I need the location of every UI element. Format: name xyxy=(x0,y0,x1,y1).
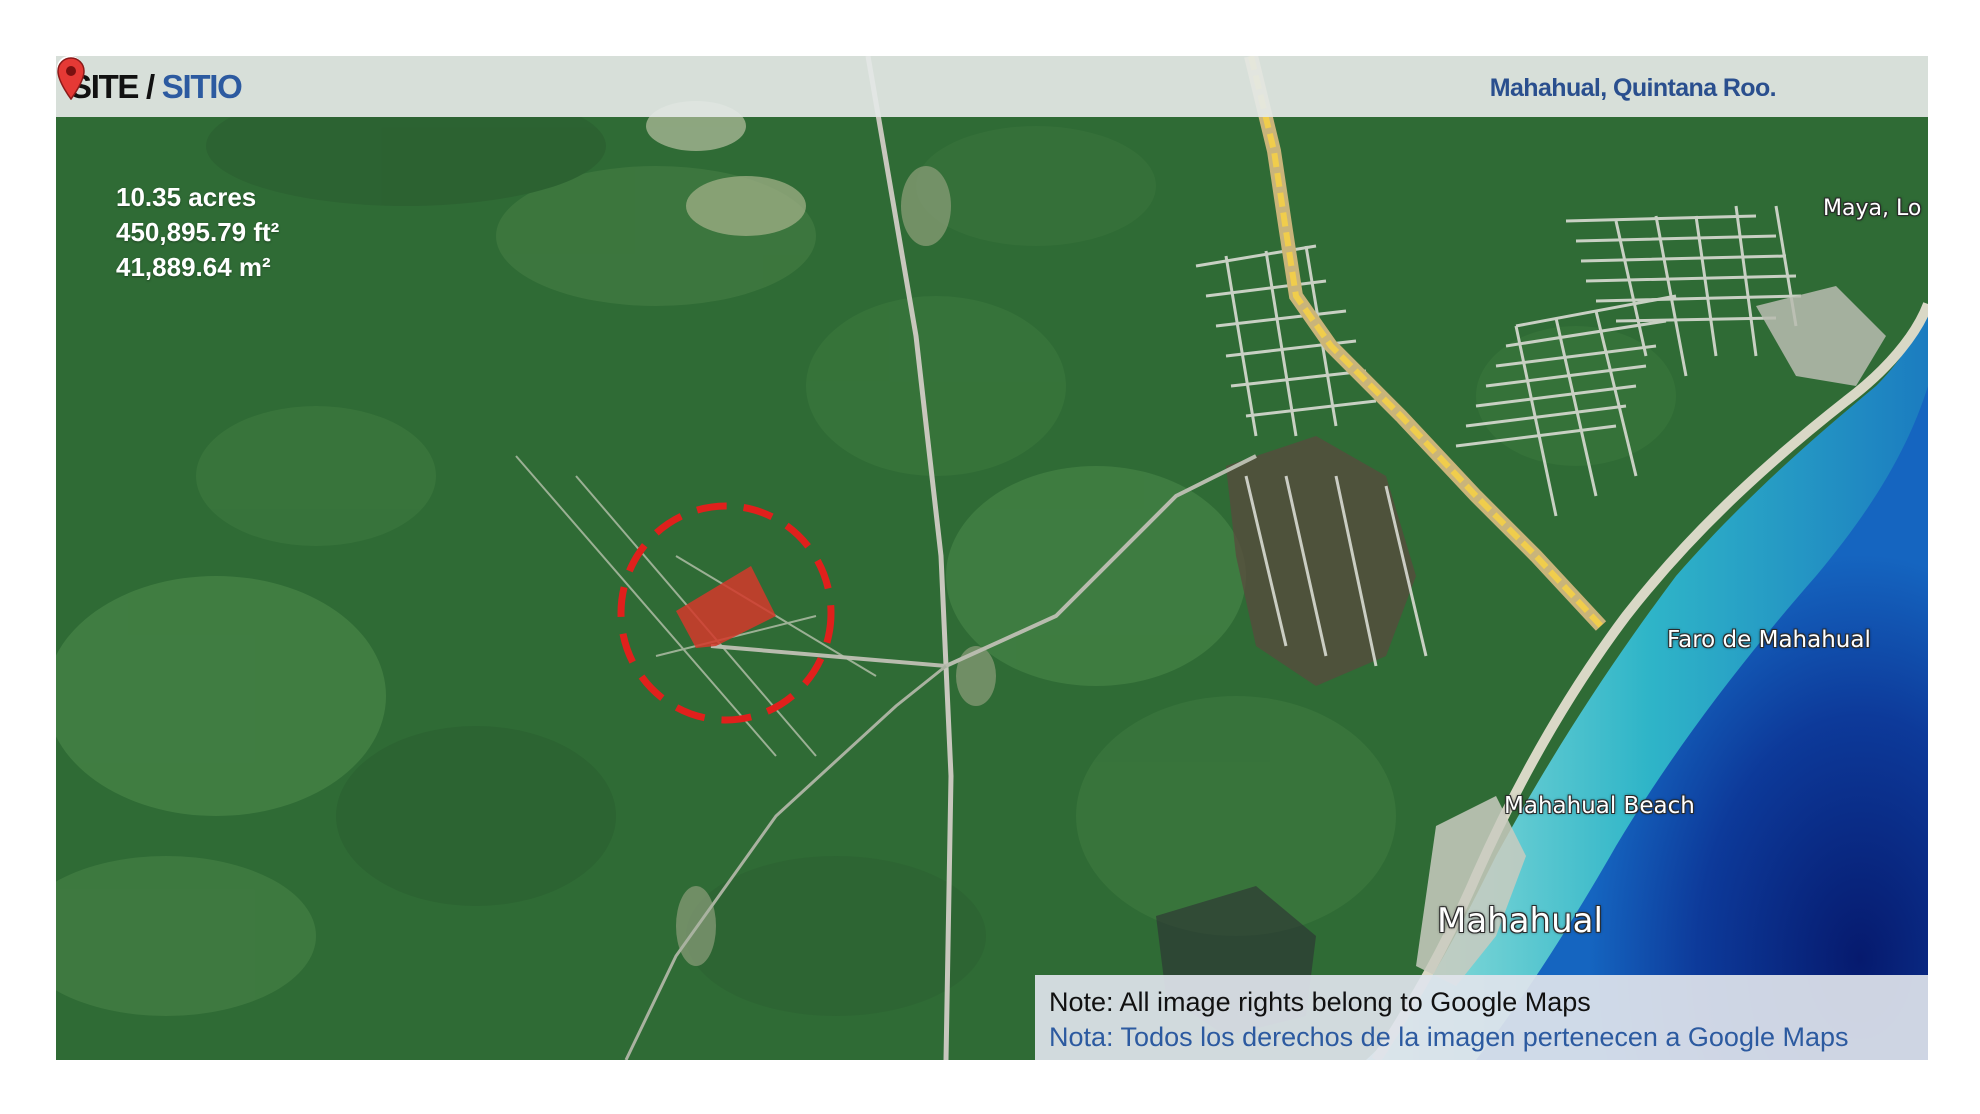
header-bar: SITE / SITIO Mahahual, Quintana Roo. xyxy=(56,56,1928,117)
title-spanish: SITIO xyxy=(161,68,243,105)
site-area-stats: 10.35 acres 450,895.79 ft² 41,889.64 m² xyxy=(116,180,279,285)
place-label-faro[interactable]: Faro de Mahahual xyxy=(1667,627,1871,653)
slide: SITE / SITIO Mahahual, Quintana Roo. 10.… xyxy=(0,0,1980,1114)
area-square-feet: 450,895.79 ft² xyxy=(116,217,280,247)
location-label: Mahahual, Quintana Roo. xyxy=(1489,74,1777,102)
area-acres: 10.35 acres xyxy=(116,182,257,212)
place-label-mahahual[interactable]: Mahahual xyxy=(1437,901,1603,941)
place-label-mahahual-beach[interactable]: Mahahual Beach xyxy=(1504,793,1695,819)
note-english: Note: All image rights belong to Google … xyxy=(1049,987,1591,1017)
area-square-meters: 41,889.64 m² xyxy=(116,252,271,282)
title-separator: / xyxy=(146,68,155,105)
red-location-pin-icon[interactable] xyxy=(56,56,86,100)
image-rights-note: Note: All image rights belong to Google … xyxy=(1035,975,1928,1060)
page-title: SITE / SITIO xyxy=(70,68,243,105)
satellite-imagery xyxy=(56,56,1928,1060)
place-label-maya[interactable]: Maya, Lo xyxy=(1823,196,1921,221)
satellite-map[interactable]: SITE / SITIO Mahahual, Quintana Roo. 10.… xyxy=(56,56,1928,1060)
note-spanish: Nota: Todos los derechos de la imagen pe… xyxy=(1049,1022,1849,1052)
